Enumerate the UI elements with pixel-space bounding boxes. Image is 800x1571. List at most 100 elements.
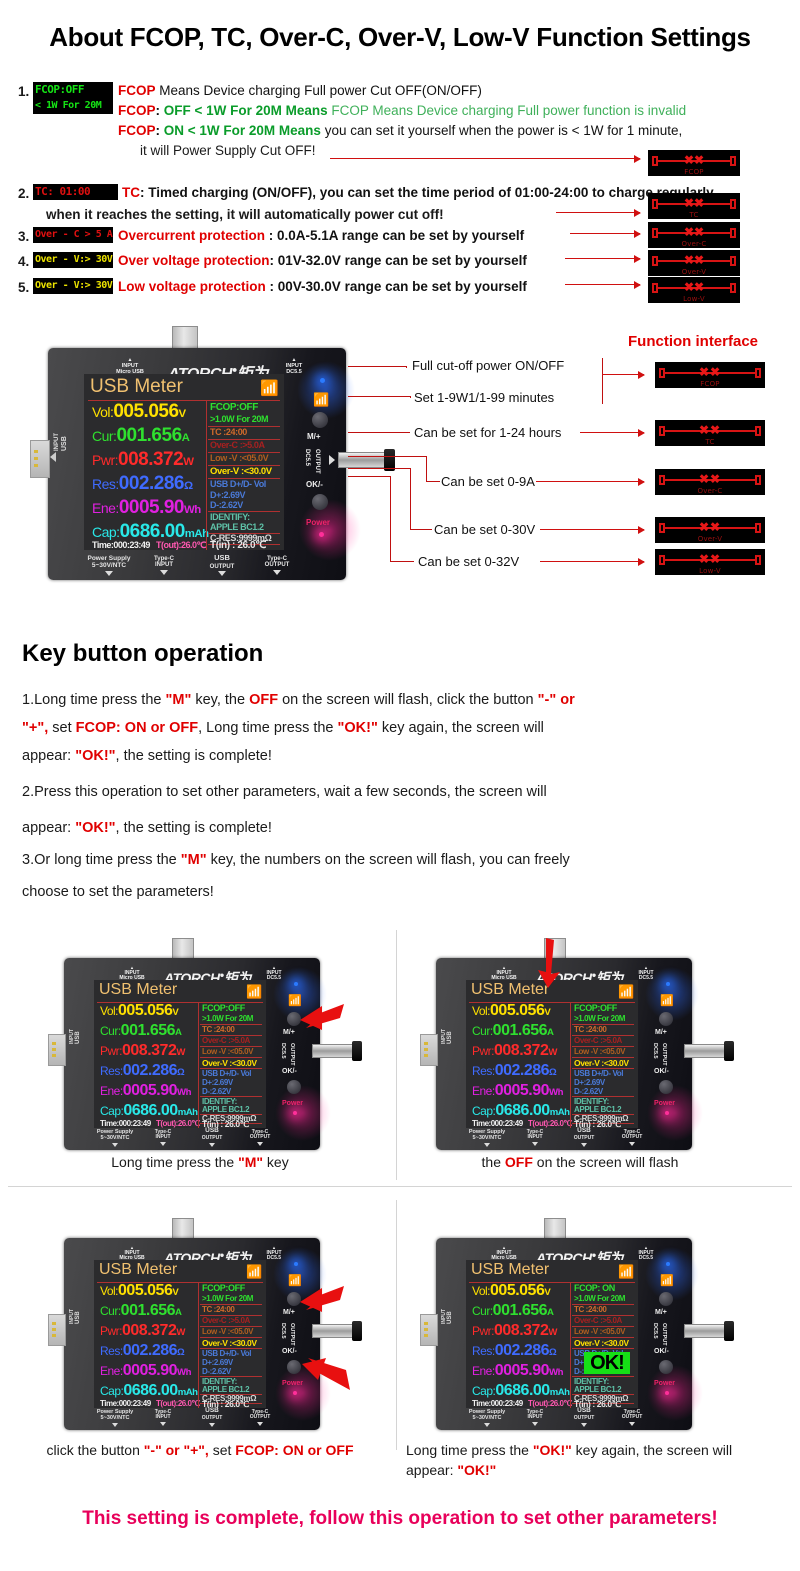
callout-riser	[390, 561, 414, 562]
screen-over-c: Over-C :>5.0A	[210, 440, 265, 450]
list-item-1-line1: FCOP Means Device charging Full power Cu…	[118, 81, 482, 100]
panel-caption-3: click the button "-" or "+", set FCOP: O…	[46, 1442, 354, 1458]
icon-terminal-right	[755, 555, 761, 565]
screen-time: Time:000:23:49	[472, 1399, 523, 1408]
leader-arrow-tc	[556, 208, 641, 217]
screen-row-cur: Cur:001.656A	[92, 425, 190, 446]
power-label: Power	[654, 1100, 676, 1107]
list-number-4: 4.	[18, 254, 30, 269]
dc-output-label-2: OUTPUT	[314, 449, 320, 474]
screen-row-res: Res:002.286Ω	[92, 473, 193, 494]
arrow-to-m-button-panel3	[300, 1286, 344, 1312]
arrow-to-ok-button-panel3	[302, 1358, 350, 1390]
screen-row-cur: Cur:001.656A	[100, 1302, 182, 1319]
overvoltage-desc: : 01V-32.0V range can be set by yourself	[269, 253, 527, 268]
dc-output-label-1: DC5.5	[304, 449, 310, 467]
key-operation-heading: Key button operation	[22, 640, 264, 667]
screen-row-ene: Ene:0005.90Wh	[100, 1082, 191, 1099]
power-led	[319, 532, 324, 537]
usb-pin	[424, 1328, 428, 1331]
icon-terminal-right	[755, 368, 761, 378]
lcd-badge-tc: TC: 01:00	[33, 184, 118, 200]
dc-barrel-tip	[352, 1041, 362, 1061]
arrow-to-fcop-icon	[602, 370, 645, 379]
callout-brace	[602, 358, 603, 404]
arrow-to-low-v-icon	[540, 557, 645, 566]
key-op-line-5: appear: "OK!", the setting is complete!	[22, 820, 272, 836]
lowvoltage-keyword: Low voltage protection	[118, 279, 266, 294]
function-icon-tc: ✖ ✖ TC	[648, 193, 740, 219]
usb-c-plug-icon	[172, 326, 198, 350]
dc-output-label-1: DC5.5	[280, 1043, 286, 1059]
port-label-power-supply: Power Supply 5~30V/NTC	[86, 1409, 144, 1427]
screen-low-v: Low -V :<05.0V	[574, 1047, 626, 1056]
screen-row-vol: Vol:005.056V	[100, 1282, 179, 1299]
screen-over-v: Over-V :<30.0V	[202, 1338, 257, 1348]
m-plus-button[interactable]	[659, 1292, 673, 1306]
screen-dminus: D-:2.62V	[574, 1087, 603, 1096]
icon-terminal-right	[755, 426, 761, 436]
screen-usb-d-title: USB D+/D- Vol	[210, 479, 266, 489]
dc-barrel-connector-icon	[338, 452, 390, 468]
usb-c-plug-icon	[172, 1218, 194, 1240]
icon-terminal-right	[755, 475, 761, 485]
key-op-line-4: 2.Press this operation to set other para…	[22, 784, 547, 800]
ok-minus-button[interactable]	[312, 494, 328, 510]
icon-x-right: ✖	[694, 153, 705, 167]
final-note: This setting is complete, follow this op…	[82, 1508, 718, 1529]
m-plus-label: M/+	[655, 1309, 667, 1316]
lcd-badge-low-v: Over - V:> 30V	[33, 278, 113, 294]
ok-minus-button[interactable]	[659, 1360, 673, 1374]
screen-tout: T(out):26.0℃	[528, 1399, 572, 1408]
callout-riser	[410, 396, 411, 398]
usb-pin	[424, 1054, 428, 1057]
screen-time: Time:000:23:49	[92, 540, 150, 550]
ok-minus-button[interactable]	[287, 1080, 301, 1094]
screen-column-divider	[570, 1002, 571, 1128]
device-screen: USB Meter 📶 Vol:005.056V Cur:001.656A Pw…	[94, 980, 266, 1128]
screen-row-cap: Cap:0686.00mAh	[472, 1102, 570, 1119]
port-label-power-supply: Power Supply 5~30V/NTC	[458, 1409, 516, 1427]
list-item-1-line4: it will Power Supply Cut OFF!	[140, 143, 316, 158]
usb-side-label: USB	[75, 1311, 81, 1324]
ok-minus-button[interactable]	[659, 1080, 673, 1094]
screen-fcop-state: FCOP:OFF	[574, 1003, 617, 1013]
m-plus-button[interactable]	[312, 412, 328, 428]
screen-fcop-state-on: FCOP: ON	[574, 1283, 615, 1293]
screen-row-res: Res:002.286Ω	[472, 1342, 557, 1359]
screen-identify-val: APPLE BC1.2	[202, 1105, 250, 1114]
function-interface-heading: Function interface	[628, 333, 759, 350]
function-icon-label: Low-V	[699, 567, 721, 575]
bluetooth-icon-side: 📶	[660, 995, 674, 1007]
icon-x-right: ✖	[694, 280, 705, 294]
input-usb-side-label: INPUT	[54, 433, 60, 451]
function-icon-fcop-2: ✖ ✖ FCOP	[655, 362, 765, 388]
function-icon-label: FCOP	[684, 168, 704, 176]
m-plus-button[interactable]	[659, 1012, 673, 1026]
dc-barrel-tip	[724, 1041, 734, 1061]
list-number-3: 3.	[18, 229, 30, 244]
ok-minus-label: OK/-	[282, 1068, 297, 1075]
screen-tc: TC :24:00	[202, 1305, 235, 1314]
dc-output-label-2: OUTPUT	[289, 1323, 295, 1346]
input-dc-label: ▲ INPUT DC5.5	[285, 357, 303, 375]
function-icon-label: TC	[689, 211, 699, 219]
callout-riser	[410, 529, 432, 530]
panel-caption-1: Long time press the "M" key	[111, 1154, 289, 1170]
screen-row-cur: Cur:001.656A	[472, 1022, 554, 1039]
function-icon-over-c: ✖ ✖ Over-C	[648, 222, 740, 248]
screen-row-cur: Cur:001.656A	[472, 1302, 554, 1319]
screen-usb-d-title: USB D+/D- Vol	[574, 1069, 624, 1078]
screen-title: USB Meter	[90, 376, 183, 397]
function-icon-over-v: ✖ ✖ Over-V	[648, 250, 740, 276]
bluetooth-icon-side: 📶	[660, 1275, 674, 1287]
function-icon-label: FCOP	[700, 380, 720, 388]
ok-minus-label: OK/-	[654, 1068, 669, 1075]
dc-barrel-tip	[724, 1321, 734, 1341]
device-panel-3: ▲ INPUT Micro USB ATORCH●矩为 ▲ INPUT DC5.5 IN…	[48, 1218, 362, 1430]
usb-c-plug-icon	[544, 1218, 566, 1240]
screen-dplus: D+:2.69V	[574, 1078, 605, 1087]
screen-fcop-state: FCOP:OFF	[210, 402, 258, 413]
list-number-5: 5.	[18, 280, 30, 295]
callout-riser	[390, 476, 391, 562]
